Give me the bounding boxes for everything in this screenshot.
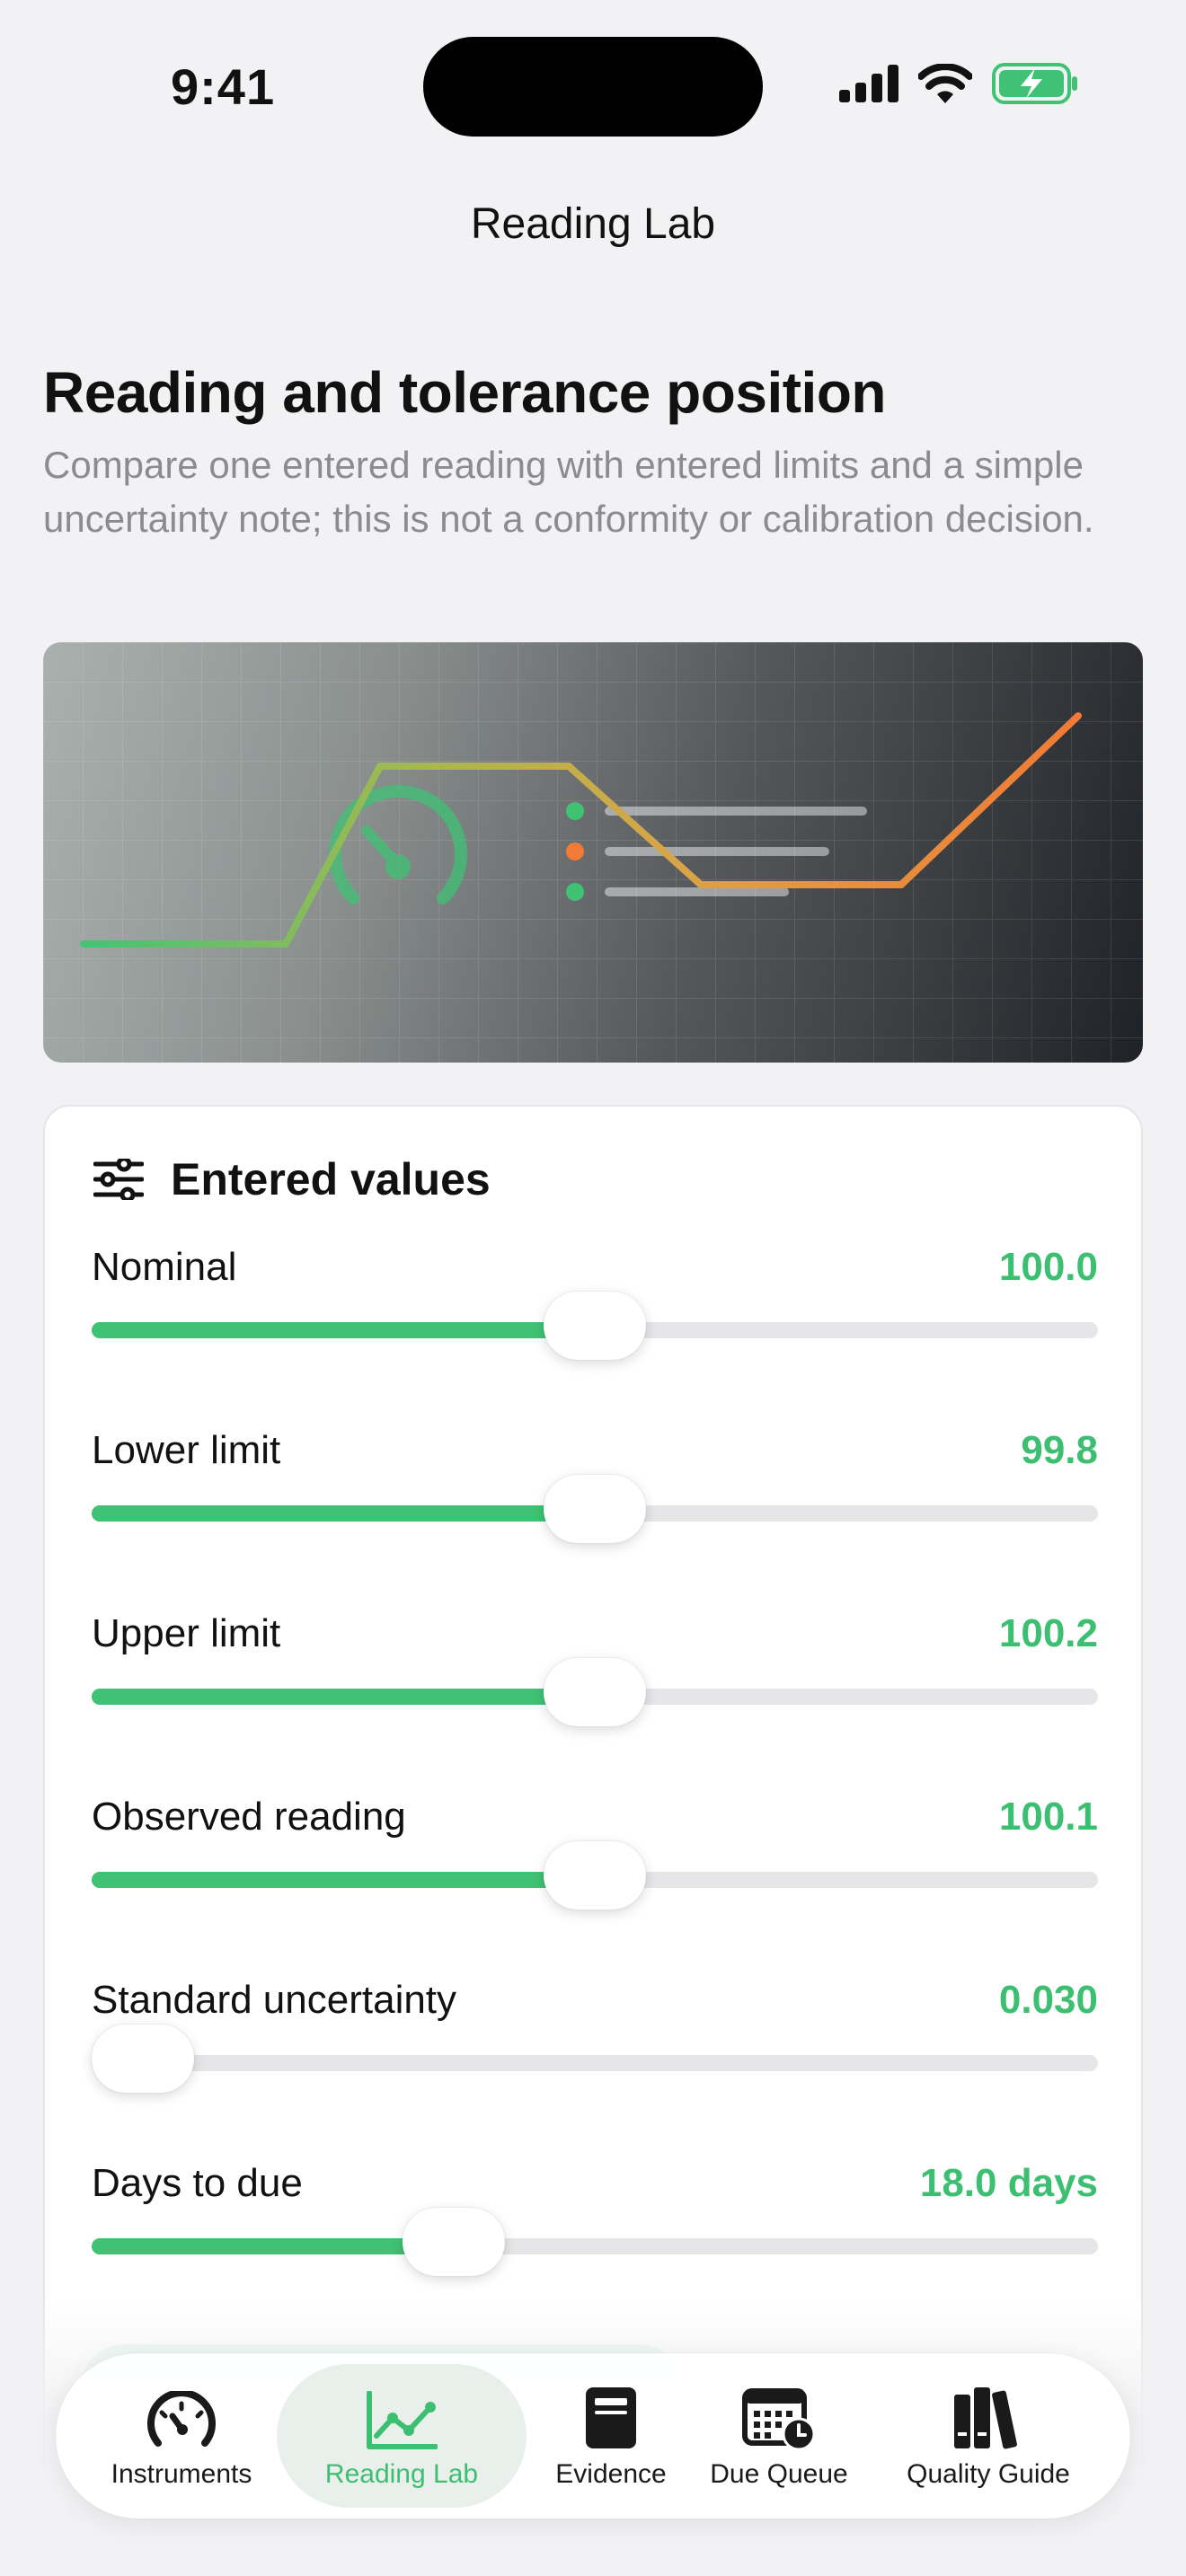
tab-bar: Instruments Reading Lab Evidence Due Que…: [56, 2353, 1130, 2519]
hero-illustration: [43, 642, 1143, 1063]
slider-track[interactable]: [92, 2025, 1098, 2093]
line-chart-icon: [367, 2391, 438, 2449]
slider-track[interactable]: [92, 1658, 1098, 1726]
slider-fill: [92, 1322, 595, 1338]
slider-label: Days to due: [92, 2161, 303, 2205]
slider-label: Standard uncertainty: [92, 1978, 457, 2022]
slider-value: 0.030: [998, 1978, 1098, 2022]
status-bar: 9:41: [0, 0, 1186, 162]
dynamic-island: [423, 37, 763, 137]
slider-track[interactable]: [92, 1475, 1098, 1543]
books-icon: [954, 2387, 1017, 2449]
slider-thumb[interactable]: [544, 1658, 646, 1726]
tolerance-illustration: [43, 642, 1143, 1063]
tab-due-queue[interactable]: Due Queue: [694, 2364, 864, 2508]
slider-label: Observed reading: [92, 1795, 406, 1839]
slider-label: Upper limit: [92, 1611, 281, 1655]
speedometer-icon: [147, 2391, 216, 2447]
slider-value: 18.0 days: [919, 2161, 1098, 2205]
slider-label: Nominal: [92, 1245, 237, 1289]
slider-fill: [92, 2238, 455, 2254]
page-title: Reading and tolerance position: [43, 360, 887, 425]
battery-charging-icon: [992, 63, 1077, 104]
sliders-icon: [93, 1159, 144, 1200]
tab-label: Due Queue: [710, 2459, 848, 2489]
calendar-clock-icon: [742, 2388, 816, 2450]
status-icons: [839, 63, 1078, 104]
slider-thumb[interactable]: [544, 1475, 646, 1543]
tab-evidence[interactable]: Evidence: [530, 2364, 692, 2508]
slider-label: Lower limit: [92, 1428, 281, 1472]
slider-standard-uncertainty: Standard uncertainty 0.030: [92, 1978, 1098, 2161]
slider-track[interactable]: [92, 1841, 1098, 1910]
slider-value: 99.8: [1021, 1428, 1098, 1472]
tab-reading-lab[interactable]: Reading Lab: [277, 2364, 527, 2508]
slider-value: 100.0: [998, 1245, 1098, 1289]
slider-fill: [92, 1872, 595, 1888]
tab-label: Evidence: [555, 2459, 667, 2489]
slider-upper-limit: Upper limit 100.2: [92, 1611, 1098, 1795]
nav-title: Reading Lab: [470, 200, 716, 248]
tab-label: Reading Lab: [324, 2459, 479, 2489]
slider-observed-reading: Observed reading 100.1: [92, 1795, 1098, 1978]
slider-lower-limit: Lower limit 99.8: [92, 1428, 1098, 1611]
status-time: 9:41: [171, 58, 276, 115]
slider-value: 100.2: [998, 1611, 1098, 1655]
cellular-signal-icon: [839, 65, 898, 102]
slider-track[interactable]: [92, 2208, 1098, 2276]
slider-fill: [92, 1689, 595, 1705]
slider-thumb[interactable]: [544, 1292, 646, 1360]
wifi-icon: [918, 64, 972, 103]
slider-thumb[interactable]: [544, 1841, 646, 1910]
tab-instruments[interactable]: Instruments: [92, 2364, 271, 2508]
slider-track[interactable]: [92, 1292, 1098, 1360]
tab-quality-guide[interactable]: Quality Guide: [881, 2364, 1096, 2508]
card-title: Entered values: [171, 1154, 491, 1204]
slider-thumb[interactable]: [403, 2208, 506, 2276]
card-header: Entered values: [93, 1153, 491, 1205]
slider-value: 100.1: [998, 1795, 1098, 1839]
slider-thumb[interactable]: [92, 2025, 194, 2093]
tab-label: Instruments: [111, 2459, 252, 2489]
tab-label: Quality Guide: [907, 2459, 1070, 2489]
document-icon: [586, 2387, 636, 2448]
page-subtitle: Compare one entered reading with entered…: [43, 444, 1094, 540]
slider-nominal: Nominal 100.0: [92, 1245, 1098, 1428]
slider-fill: [92, 1505, 595, 1522]
